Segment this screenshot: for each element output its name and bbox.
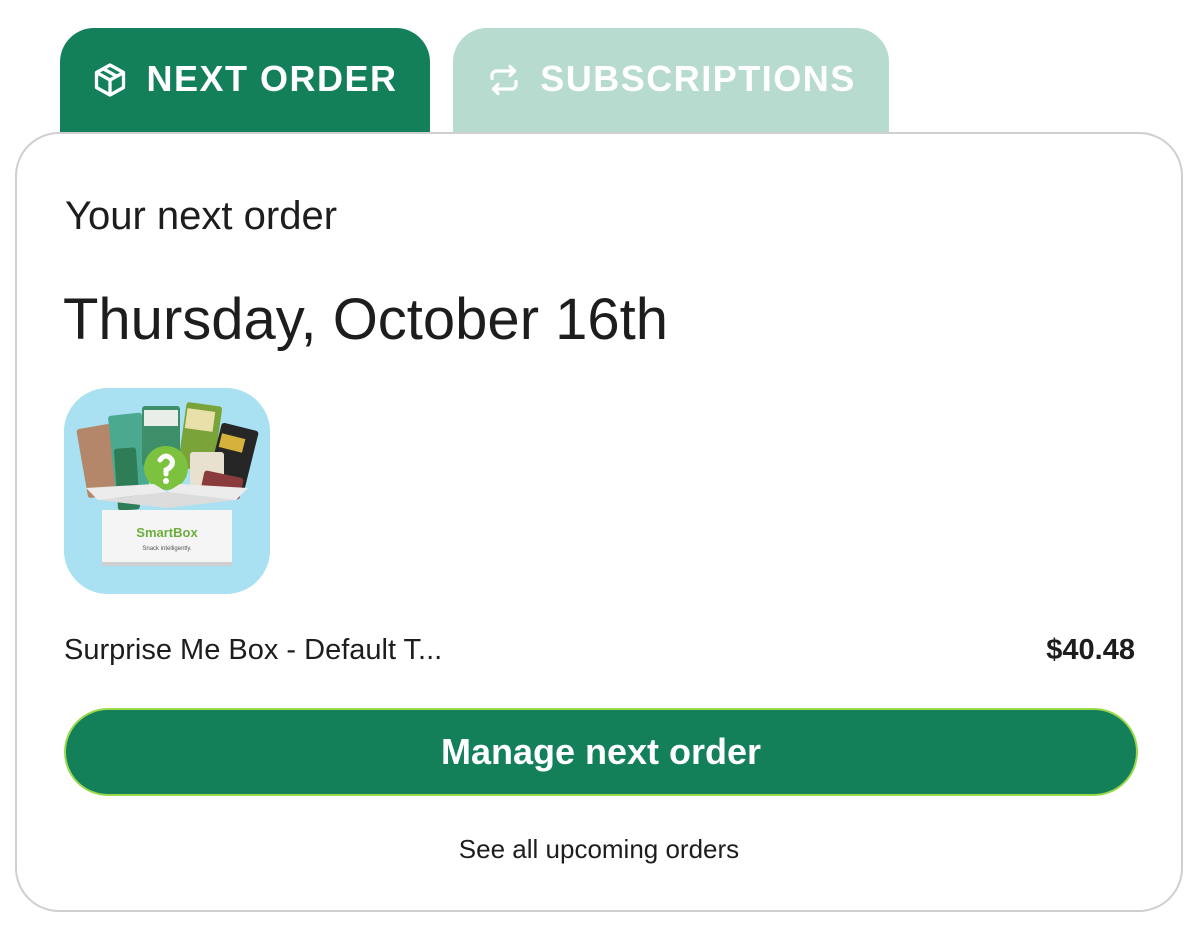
tab-subscriptions[interactable]: SUBSCRIPTIONS — [453, 28, 889, 140]
order-date: Thursday, October 16th — [63, 287, 669, 352]
tab-next-order-label: NEXT ORDER — [146, 58, 398, 99]
card-heading: Your next order — [65, 194, 338, 238]
image-brand-text: SmartBox — [136, 525, 198, 540]
product-name: Surprise Me Box - Default T... — [64, 634, 443, 666]
see-all-upcoming-orders-link[interactable]: See all upcoming orders — [17, 834, 1181, 865]
product-price: $40.48 — [1046, 634, 1135, 666]
product-image-illustration: SmartBox Snack intelligently. — [64, 388, 270, 594]
repeat-icon — [490, 64, 518, 96]
product-image: SmartBox Snack intelligently. — [64, 388, 270, 594]
tab-next-order[interactable]: NEXT ORDER — [60, 28, 430, 140]
tab-subscriptions-label: SUBSCRIPTIONS — [540, 58, 856, 99]
box-icon — [95, 63, 126, 97]
tab-bar: NEXT ORDER SUBSCRIPTIONS — [0, 0, 1200, 140]
image-tagline-text: Snack intelligently. — [142, 546, 192, 552]
manage-next-order-button[interactable]: Manage next order — [64, 708, 1138, 796]
next-order-card: Your next order Thursday, October 16th S… — [15, 132, 1183, 912]
